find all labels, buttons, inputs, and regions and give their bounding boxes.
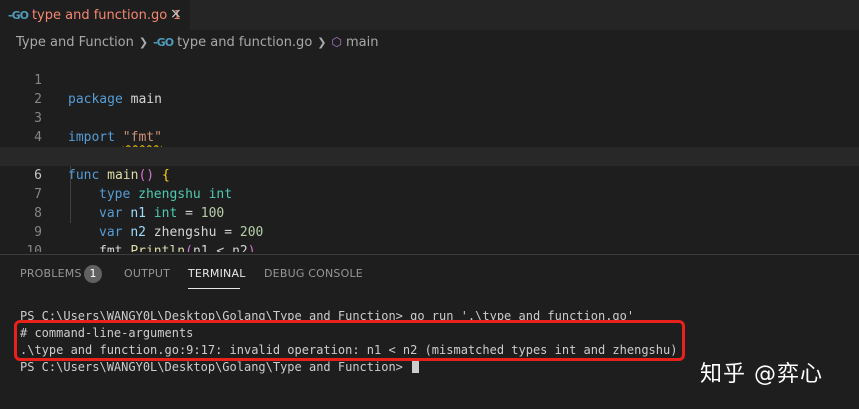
code-line-active: 6 type zhengshu int	[0, 147, 859, 202]
chevron-right-icon: ❯	[317, 35, 327, 49]
breadcrumb: Type and Function ❯ -GO type and functio…	[0, 30, 859, 54]
breadcrumb-file[interactable]: type and function.go	[177, 35, 312, 50]
editor-tab[interactable]: -GO type and function.go 1 ×	[0, 0, 190, 30]
watermark: 知乎 @弈心	[700, 362, 823, 387]
code-line: 10 }	[0, 223, 859, 252]
go-file-icon: -GO	[8, 8, 29, 22]
terminal-cursor	[412, 360, 420, 373]
tab-title: type and function.go	[31, 7, 168, 23]
breadcrumb-symbol[interactable]: main	[346, 35, 378, 50]
code-line: 2	[0, 71, 859, 107]
code-line: 4	[0, 109, 859, 145]
tab-output[interactable]: OUTPUT	[124, 267, 170, 280]
tab-debug-console[interactable]: DEBUG CONSOLE	[264, 267, 363, 280]
error-highlight-box	[14, 320, 685, 361]
code-line: 1 package main	[0, 52, 859, 107]
code-line: 11	[0, 242, 859, 252]
method-cube-icon: ⬡	[331, 35, 342, 49]
problems-count-badge: 1	[84, 265, 102, 283]
code-editor[interactable]: 1 package main 2 3 import "fmt" 4 5 func…	[0, 52, 859, 252]
code-line: 9 fmt.Println(n1 < n2)	[0, 204, 859, 252]
code-line: 5 func main() {	[0, 128, 859, 183]
go-file-icon: -GO	[153, 35, 174, 49]
terminal-prompt-text: PS C:\Users\WANGY0L\Desktop\Golang\Type …	[20, 360, 411, 374]
terminal-prompt[interactable]: PS C:\Users\WANGY0L\Desktop\Golang\Type …	[20, 359, 420, 376]
editor-tab-bar: -GO type and function.go 1 ×	[0, 0, 859, 30]
code-line: 8 var n2 zhengshu = 200	[0, 185, 859, 240]
tab-terminal[interactable]: TERMINAL	[188, 267, 246, 280]
code-line: 3 import "fmt"	[0, 90, 859, 145]
code-line: 7 var n1 int = 100	[0, 166, 859, 221]
tab-problems[interactable]: PROBLEMS	[20, 267, 82, 280]
panel-tabs: PROBLEMS 1 OUTPUT TERMINAL DEBUG CONSOLE	[0, 255, 859, 293]
close-icon[interactable]: ×	[170, 6, 182, 22]
chevron-right-icon: ❯	[138, 35, 149, 49]
active-tab-indicator	[188, 288, 240, 289]
breadcrumb-folder[interactable]: Type and Function	[16, 35, 134, 50]
